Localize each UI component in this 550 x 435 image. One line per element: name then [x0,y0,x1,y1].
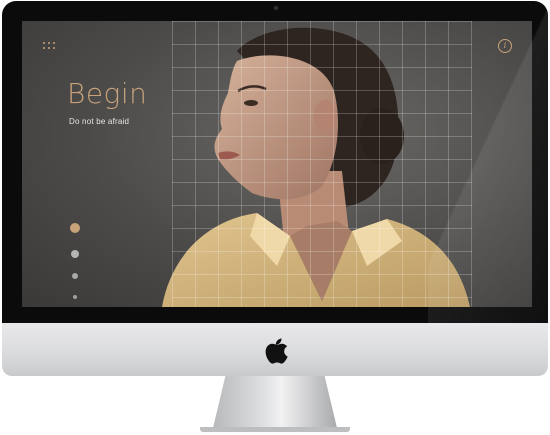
website-screen: i Begin Do not be afraid [22,21,532,307]
info-icon[interactable]: i [498,39,512,53]
monitor-bezel: i Begin Do not be afraid [2,1,548,323]
camera-dot [274,6,278,10]
slide-dot-3[interactable] [72,273,78,279]
monitor-stand-base [200,427,350,432]
apple-logo-icon [265,338,288,364]
slide-dot-2[interactable] [71,250,79,258]
hero-title: Begin [67,77,148,110]
hero-subtitle: Do not be afraid [69,117,130,126]
slide-dot-1-active[interactable] [70,223,80,233]
monitor-stand [213,376,337,428]
slide-dot-4[interactable] [73,295,77,299]
portrait-photo [162,27,470,307]
grid-dots-icon[interactable] [43,42,55,51]
monitor-chin [2,323,548,376]
